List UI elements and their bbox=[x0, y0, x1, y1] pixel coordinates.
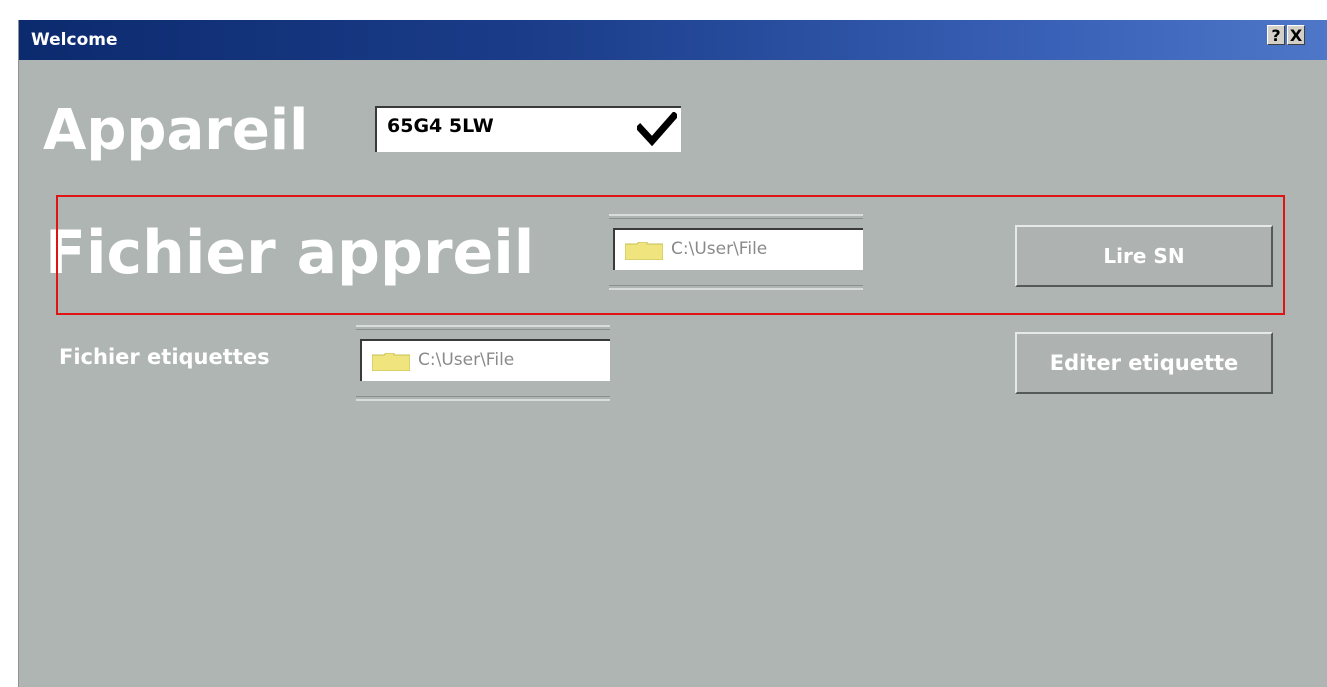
welcome-window: Welcome ? X Appareil 65G4 5LW Fichier ap… bbox=[18, 20, 1327, 687]
window-title: Welcome bbox=[31, 30, 118, 50]
check-icon[interactable] bbox=[637, 112, 677, 146]
appareil-select[interactable]: 65G4 5LW bbox=[375, 106, 681, 152]
fichier-etiquettes-path-field[interactable]: C:\User\File bbox=[360, 339, 610, 381]
fichier-appareil-path: C:\User\File bbox=[671, 239, 768, 259]
appareil-selected-value: 65G4 5LW bbox=[387, 115, 494, 137]
editer-etiquette-button[interactable]: Editer etiquette bbox=[1015, 332, 1273, 394]
lire-sn-button[interactable]: Lire SN bbox=[1015, 225, 1273, 287]
fichier-etiquettes-label: Fichier etiquettes bbox=[59, 345, 270, 369]
folder-icon bbox=[372, 353, 410, 371]
close-button[interactable]: X bbox=[1287, 25, 1305, 45]
fichier-etiquettes-frame: C:\User\File bbox=[356, 325, 610, 401]
help-button[interactable]: ? bbox=[1267, 25, 1285, 45]
fichier-appareil-label: Fichier appreil bbox=[45, 218, 535, 288]
fichier-etiquettes-path: C:\User\File bbox=[418, 350, 515, 370]
fichier-appareil-path-field[interactable]: C:\User\File bbox=[613, 228, 863, 270]
folder-icon bbox=[625, 242, 663, 260]
fichier-appareil-frame: C:\User\File bbox=[609, 214, 863, 290]
title-bar[interactable]: Welcome ? X bbox=[19, 20, 1327, 60]
appareil-label: Appareil bbox=[43, 98, 309, 163]
